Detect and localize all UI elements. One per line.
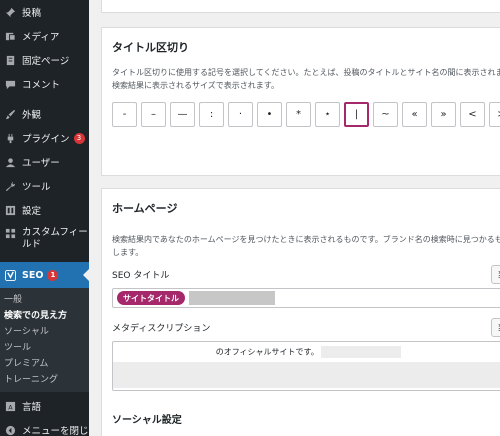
sidebar-item-tools[interactable]: ツール	[0, 174, 89, 198]
insert-variable-button[interactable]: 変数を挿入	[491, 318, 500, 337]
title-separator-card: タイトル区切り タイトル区切りに使用する記号を選択してください。たとえば、投稿の…	[101, 27, 500, 176]
sidebar-item-language[interactable]: A 言語	[0, 394, 89, 418]
separator-option-button[interactable]: –	[141, 102, 166, 127]
sidebar-item-plugins[interactable]: プラグイン 3	[0, 126, 89, 150]
collapse-menu-button[interactable]: メニューを閉じる	[0, 418, 89, 436]
sidebar-item-label: SEO	[22, 269, 44, 281]
card-header[interactable]: タイトル区切り	[102, 28, 500, 66]
translate-icon: A	[4, 400, 17, 413]
svg-text:A: A	[8, 403, 13, 411]
sidebar-item-pages[interactable]: 固定ページ	[0, 48, 89, 72]
sidebar-item-label: メディア	[22, 32, 60, 43]
separator-option-button[interactable]: ·	[228, 102, 253, 127]
sidebar-item-label: 言語	[22, 402, 42, 413]
card-description: 検索結果内であなたのホームページを見つけたときに表示されるものです。ブランド名の…	[112, 235, 500, 257]
meta-description-input[interactable]: のオフィシャルサイトです。	[112, 341, 500, 391]
wrench-icon	[4, 180, 17, 193]
sidebar-item-settings[interactable]: 設定	[0, 198, 89, 222]
separator-option-button[interactable]: •	[257, 102, 282, 127]
submenu-item-search-appearance[interactable]: 検索での見え方	[0, 308, 89, 324]
sidebar-item-media[interactable]: メディア	[0, 24, 89, 48]
sidebar-item-posts[interactable]: 投稿	[0, 0, 89, 24]
separator-option-button[interactable]: «	[402, 102, 427, 127]
sidebar-item-seo[interactable]: SEO 1	[0, 262, 89, 288]
submenu-item-general[interactable]: 一般	[0, 292, 89, 308]
brush-icon	[4, 108, 17, 121]
card-title: タイトル区切り	[112, 41, 189, 54]
redacted-text-block	[113, 362, 500, 388]
meta-description-label: メタディスクリプション	[112, 324, 211, 334]
page-icon	[4, 54, 17, 67]
insert-variable-button[interactable]: 変数を挿入	[491, 265, 500, 284]
sidebar-item-users[interactable]: ユーザー	[0, 150, 89, 174]
seo-title-label: SEO タイトル	[112, 271, 170, 281]
redacted-text	[321, 346, 402, 358]
separator-options: -–—:·•*⋆|~«»<>	[102, 92, 500, 127]
sidebar-item-appearance[interactable]: 外観	[0, 102, 89, 126]
update-count-badge: 3	[73, 132, 85, 144]
card-description: タイトル区切りに使用する記号を選択してください。たとえば、投稿のタイトルとサイト…	[112, 68, 500, 90]
submenu-item-training[interactable]: トレーニング	[0, 372, 89, 388]
submenu-item-social[interactable]: ソーシャル	[0, 324, 89, 340]
sidebar-item-label: メニューを閉じる	[22, 426, 89, 436]
sidebar-item-label: ツール	[22, 182, 51, 193]
separator-option-button[interactable]: :	[199, 102, 224, 127]
previous-card	[101, 0, 500, 13]
separator-option-button[interactable]: ⋆	[315, 102, 340, 127]
separator-option-button[interactable]: »	[431, 102, 456, 127]
user-icon	[4, 156, 17, 169]
homepage-card: ホームページ 検索結果内であなたのホームページを見つけたときに表示されるものです…	[101, 188, 500, 436]
seo-notification-badge: 1	[47, 269, 59, 281]
sidebar-item-custom-fields[interactable]: カスタムフィールド	[0, 222, 89, 256]
media-icon	[4, 30, 17, 43]
collapse-icon	[4, 424, 17, 436]
separator-option-button[interactable]: *	[286, 102, 311, 127]
site-title-variable-tag[interactable]: サイトタイトル	[117, 291, 185, 305]
sidebar-item-label: 投稿	[22, 8, 42, 19]
main-content: タイトル区切り タイトル区切りに使用する記号を選択してください。たとえば、投稿の…	[89, 0, 500, 436]
pin-icon	[4, 6, 17, 19]
submenu-item-tools[interactable]: ツール	[0, 340, 89, 356]
sidebar-item-label: 固定ページ	[22, 56, 70, 67]
admin-sidebar: 投稿 メディア 固定ページ コメント 外観 プラグイン 3 ユーザー ツール 設…	[0, 0, 89, 436]
sidebar-item-label: 外観	[22, 110, 42, 121]
separator-option-button[interactable]: <	[460, 102, 485, 127]
separator-option-button[interactable]: ~	[373, 102, 398, 127]
seo-title-input[interactable]: サイトタイトル	[112, 288, 500, 308]
grid-icon	[4, 227, 17, 240]
sidebar-item-label: プラグイン	[22, 134, 70, 145]
sidebar-item-label: 設定	[22, 206, 42, 217]
card-title: ホームページ	[112, 202, 178, 215]
sidebar-item-label: コメント	[22, 80, 61, 91]
plugin-icon	[4, 132, 17, 145]
submenu-item-premium[interactable]: プレミアム	[0, 356, 89, 372]
separator-option-button[interactable]: |	[344, 102, 369, 127]
seo-submenu: 一般 検索での見え方 ソーシャル ツール プレミアム トレーニング	[0, 288, 89, 392]
card-header[interactable]: ホームページ	[102, 189, 500, 227]
sidebar-item-label: ユーザー	[22, 158, 60, 169]
separator-option-button[interactable]: >	[489, 102, 500, 127]
meta-description-text: のオフィシャルサイトです。	[215, 347, 319, 357]
social-settings-heading: ソーシャル設定	[112, 415, 182, 426]
settings-icon	[4, 204, 17, 217]
separator-option-button[interactable]: —	[170, 102, 195, 127]
yoast-icon	[4, 269, 17, 282]
comment-icon	[4, 78, 17, 91]
redacted-text	[189, 291, 275, 305]
sidebar-item-label: カスタムフィールド	[22, 227, 88, 250]
separator-option-button[interactable]: -	[112, 102, 137, 127]
sidebar-item-comments[interactable]: コメント	[0, 72, 89, 96]
